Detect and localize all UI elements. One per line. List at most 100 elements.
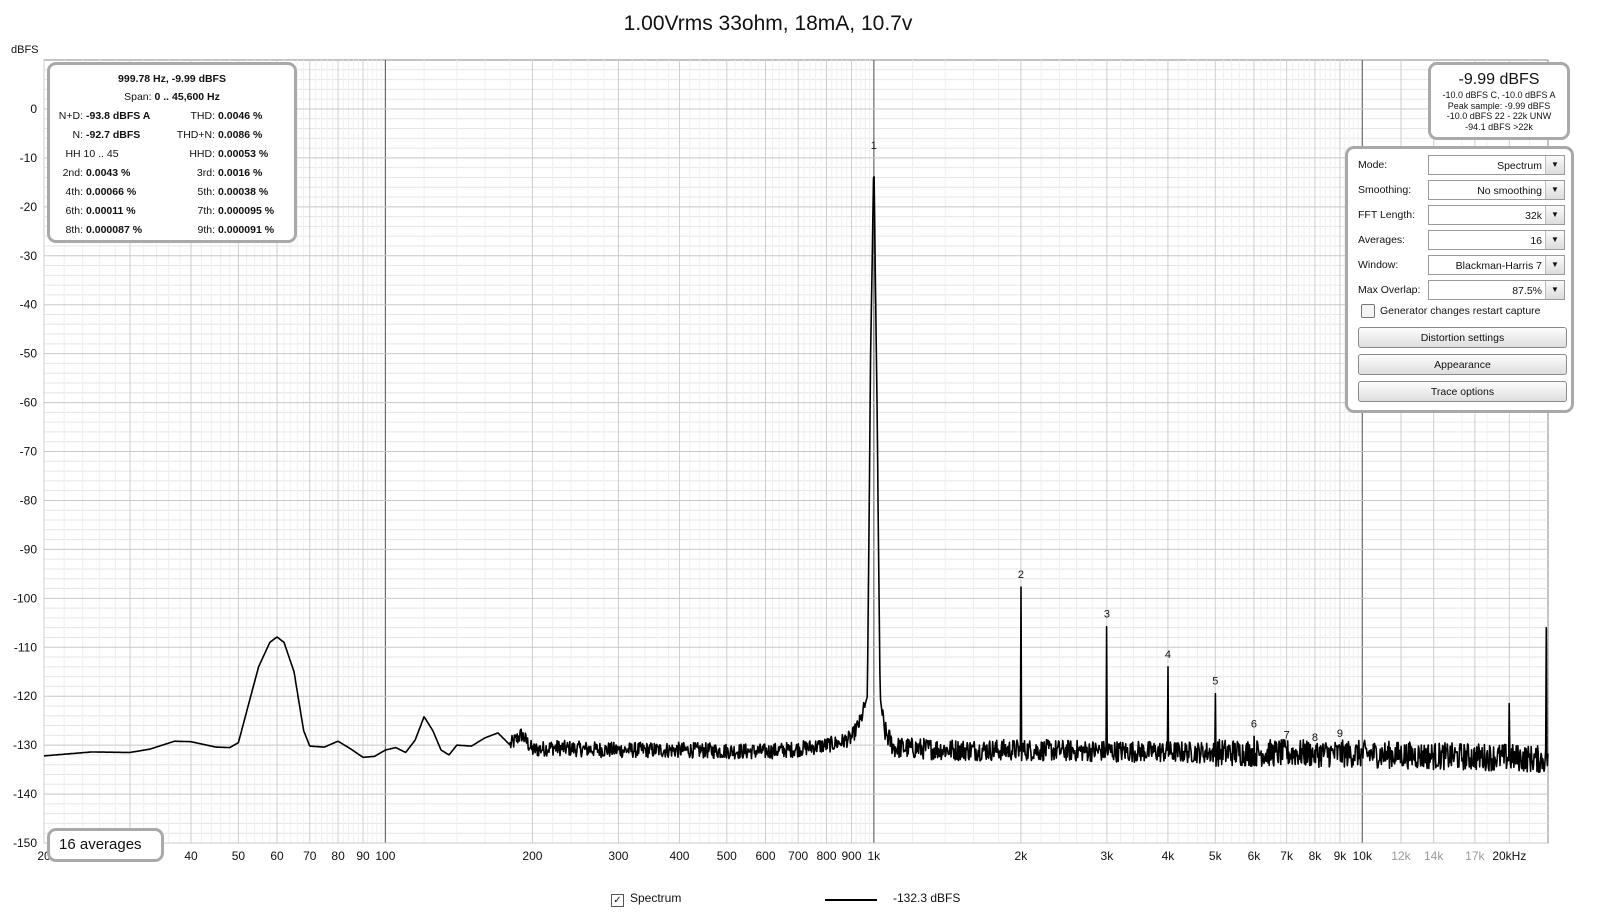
x-tick-label: 400 [669, 849, 689, 863]
span-readout: Span: 0 .. 45,600 Hz [50, 88, 294, 107]
legend-series-name: Spectrum [630, 891, 682, 905]
averages-label: Averages: [1358, 234, 1406, 246]
level-readout-panel: -9.99 dBFS -10.0 dBFS C, -10.0 dBFS A Pe… [1428, 62, 1570, 140]
x-tick-label: 40 [184, 849, 198, 863]
stats-value: 0.0043 % [86, 167, 131, 179]
stats-label: 5th: [197, 186, 215, 198]
fundamental-readout: 999.78 Hz, -9.99 dBFS [118, 73, 226, 85]
stats-row: 4th: 0.00066 % 5th: 0.00038 % [50, 183, 294, 202]
x-tick-label: 10k [1353, 849, 1373, 863]
overlap-value: 87.5% [1512, 285, 1542, 297]
overlap-select[interactable]: 87.5% ▼ [1428, 280, 1565, 300]
stats-label: 9th: [197, 224, 215, 236]
y-tick-label: -50 [20, 347, 38, 361]
y-tick-label: -20 [20, 200, 38, 214]
y-tick-label: -70 [20, 445, 38, 459]
y-axis-ticks: 0 -10 -20 -30 -40 -50 -60 -70 -80 -90 -100 -110 -120… [13, 102, 37, 850]
stats-label: N+D: [58, 110, 83, 122]
legend[interactable]: ✓ Spectrum [611, 889, 681, 907]
harmonic-label: 7 [1284, 730, 1290, 742]
legend-line-swatch [825, 899, 877, 901]
stats-label: 2nd: [62, 167, 83, 179]
level-weighted: -10.0 dBFS C, -10.0 dBFS A [1442, 90, 1556, 100]
mode-select[interactable]: Spectrum ▼ [1428, 155, 1565, 175]
x-tick-label: 500 [717, 849, 737, 863]
x-tick-label: 6k [1248, 849, 1262, 863]
y-tick-label: -60 [20, 396, 38, 410]
y-tick-label: -150 [13, 836, 37, 850]
y-tick-label: 0 [30, 102, 37, 116]
fft-length-select[interactable]: 32k ▼ [1428, 205, 1565, 225]
chevron-down-icon[interactable]: ▼ [1545, 281, 1564, 299]
chevron-down-icon[interactable]: ▼ [1545, 156, 1564, 174]
y-tick-label: -40 [20, 298, 38, 312]
y-tick-label: -120 [13, 689, 37, 703]
stats-value: 0.00038 % [218, 186, 269, 198]
stats-label: 6th: [65, 205, 83, 217]
chevron-down-icon[interactable]: ▼ [1545, 206, 1564, 224]
stats-label: 4th: [65, 186, 83, 198]
stats-value: 0.00011 % [86, 205, 136, 217]
fft-length-row: FFT Length: 32k ▼ [1348, 205, 1571, 227]
checkbox-checked-icon[interactable]: ✓ [611, 894, 624, 907]
smoothing-row: Smoothing: No smoothing ▼ [1348, 180, 1571, 202]
y-tick-label: -90 [20, 542, 38, 556]
smoothing-select[interactable]: No smoothing ▼ [1428, 180, 1565, 200]
stats-value: 0.000095 % [218, 205, 275, 217]
x-tick-label: 12k [1391, 849, 1411, 863]
x-tick-label: 7k [1280, 849, 1294, 863]
controls-panel: Mode: Spectrum ▼ Smoothing: No smoothing ▼… [1345, 146, 1574, 413]
checkbox-icon[interactable] [1361, 304, 1375, 318]
trace-options-button[interactable]: Trace options [1358, 381, 1567, 402]
level-unweighted: -10.0 dBFS 22 - 22k UNW [1446, 111, 1552, 121]
harmonic-label: 1 [871, 140, 877, 152]
fft-length-label: FFT Length: [1358, 209, 1416, 221]
cursor-value: -132.3 dBFS [893, 891, 961, 905]
appearance-button[interactable]: Appearance [1358, 354, 1567, 375]
stats-rows: N+D: -93.8 dBFS A THD: 0.0046 % N: -92.7 dBFS… [50, 107, 294, 240]
stats-row: 2nd: 0.0043 % 3rd: 0.0016 % [50, 164, 294, 183]
x-tick-label: 800 [816, 849, 836, 863]
y-tick-label: -130 [13, 738, 37, 752]
y-tick-label: -80 [20, 493, 38, 507]
y-tick-label: -30 [20, 249, 38, 263]
stats-row: N: -92.7 dBFS THD+N: 0.0086 % [50, 126, 294, 145]
x-tick-label: 80 [331, 849, 345, 863]
x-tick-label: 17k [1465, 849, 1485, 863]
span-label: Span: [124, 91, 152, 103]
y-tick-label: -100 [13, 591, 37, 605]
x-tick-label: 90 [356, 849, 370, 863]
stats-value: 0.000087 % [86, 224, 143, 236]
distortion-settings-button[interactable]: Distortion settings [1358, 327, 1567, 348]
smoothing-value: No smoothing [1477, 185, 1542, 197]
y-tick-label: -110 [14, 640, 37, 654]
stats-row: HH 10 .. 45 HHD: 0.00053 % [50, 145, 294, 164]
overlap-label: Max Overlap: [1358, 284, 1421, 296]
stats-row: 6th: 0.00011 % 7th: 0.000095 % [50, 202, 294, 221]
stats-row: N+D: -93.8 dBFS A THD: 0.0046 % [50, 107, 294, 126]
x-axis-ticks: 2030405060708090100200300400500600700800… [37, 849, 1526, 863]
stats-value: 0.00066 % [86, 186, 137, 198]
harmonic-label: 4 [1165, 649, 1171, 661]
stats-label: 7th: [197, 205, 215, 217]
x-tick-label: 100 [375, 849, 395, 863]
x-tick-label: 50 [232, 849, 246, 863]
smoothing-label: Smoothing: [1358, 184, 1412, 196]
generator-restart-label: Generator changes restart capture [1380, 304, 1541, 317]
x-tick-label: 300 [608, 849, 628, 863]
averages-select[interactable]: 16 ▼ [1428, 230, 1565, 250]
window-select[interactable]: Blackman-Harris 7 ▼ [1428, 255, 1565, 275]
chart-title: 1.00Vrms 33ohm, 18mA, 10.7v [624, 12, 913, 35]
chevron-down-icon[interactable]: ▼ [1545, 256, 1564, 274]
fft-length-value: 32k [1525, 210, 1542, 222]
x-tick-label: 5k [1209, 849, 1223, 863]
x-tick-label: 20kHz [1492, 849, 1526, 863]
level-above-22k: -94.1 dBFS >22k [1465, 121, 1533, 132]
stats-label: HHD: [189, 148, 215, 160]
generator-restart-checkbox[interactable]: Generator changes restart capture [1361, 304, 1541, 320]
chevron-down-icon[interactable]: ▼ [1545, 181, 1564, 199]
harmonic-label: 5 [1212, 676, 1218, 688]
stats-label: HH 10 .. 45 [65, 148, 119, 160]
harmonic-label: 2 [1018, 569, 1024, 581]
chevron-down-icon[interactable]: ▼ [1545, 231, 1564, 249]
